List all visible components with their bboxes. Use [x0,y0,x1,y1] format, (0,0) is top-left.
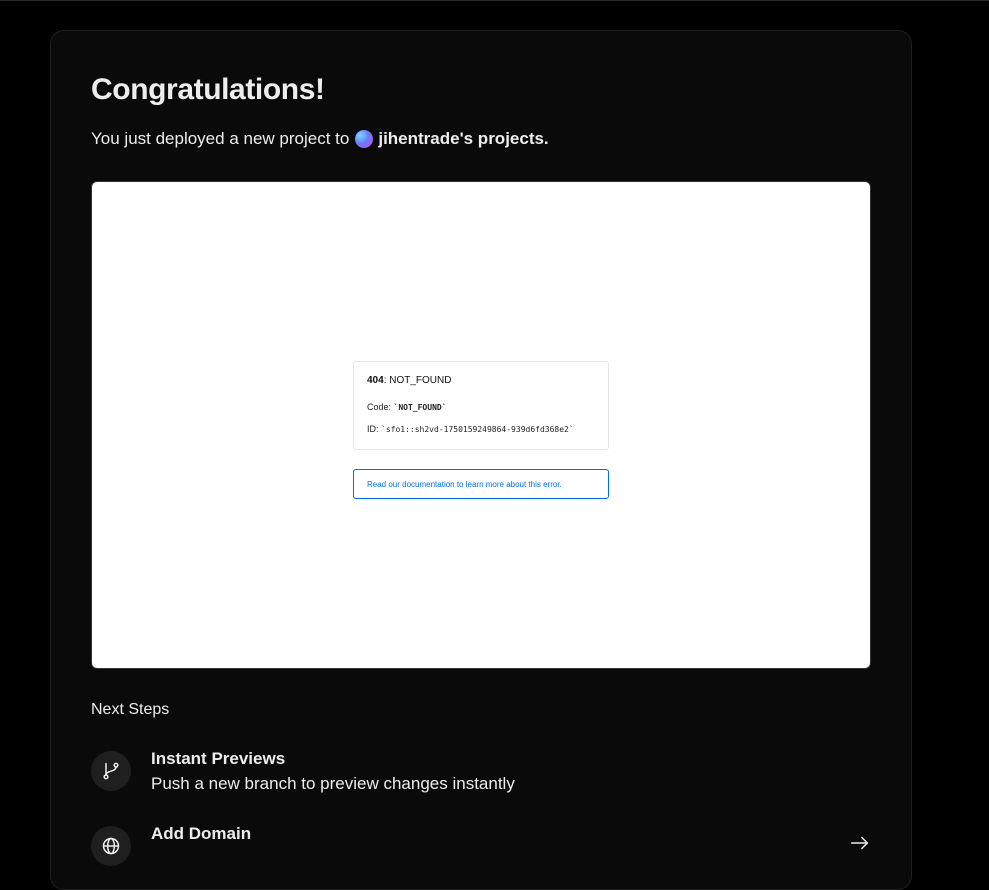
next-steps-heading: Next Steps [91,701,170,718]
code-value: `NOT_FOUND` [393,403,447,412]
deploy-success-card: Congratulations! You just deployed a new… [50,30,912,890]
error-code-line: Code: `NOT_FOUND` [367,402,608,412]
error-heading: 404: NOT_FOUND [367,375,608,386]
id-label: ID: [367,424,382,434]
error-box: 404: NOT_FOUND Code: `NOT_FOUND` ID: `sf… [353,361,609,450]
step-description: Push a new branch to preview changes ins… [151,774,515,793]
error-status: : NOT_FOUND [383,375,452,386]
step-add-domain[interactable]: Add Domain [91,824,871,886]
error-id-line: ID: `sfo1::sh2vd-1750159249864-939d6fd36… [367,424,608,434]
arrow-right-icon [849,832,871,859]
code-label: Code: [367,402,394,412]
step-title: Instant Previews [151,749,286,768]
team-avatar [355,130,374,148]
error-code: 404 [367,375,384,386]
step-instant-previews[interactable]: Instant Previews Push a new branch to pr… [91,749,871,811]
id-value: `sfo1::sh2vd-1750159249864-939d6fd368e2` [381,425,574,434]
documentation-link[interactable]: Read our documentation to learn more abo… [353,469,609,499]
globe-icon [91,826,131,866]
page-title: Congratulations! [91,73,325,106]
step-title: Add Domain [151,824,252,843]
subtitle-text: You just deployed a new project to [91,129,350,148]
deploy-subtitle: You just deployed a new project to jihen… [91,129,549,149]
deployment-preview[interactable]: 404: NOT_FOUND Code: `NOT_FOUND` ID: `sf… [91,181,871,669]
top-border [0,0,989,1]
git-branch-icon [91,751,131,791]
team-name-link[interactable]: jihentrade's projects. [378,129,548,149]
